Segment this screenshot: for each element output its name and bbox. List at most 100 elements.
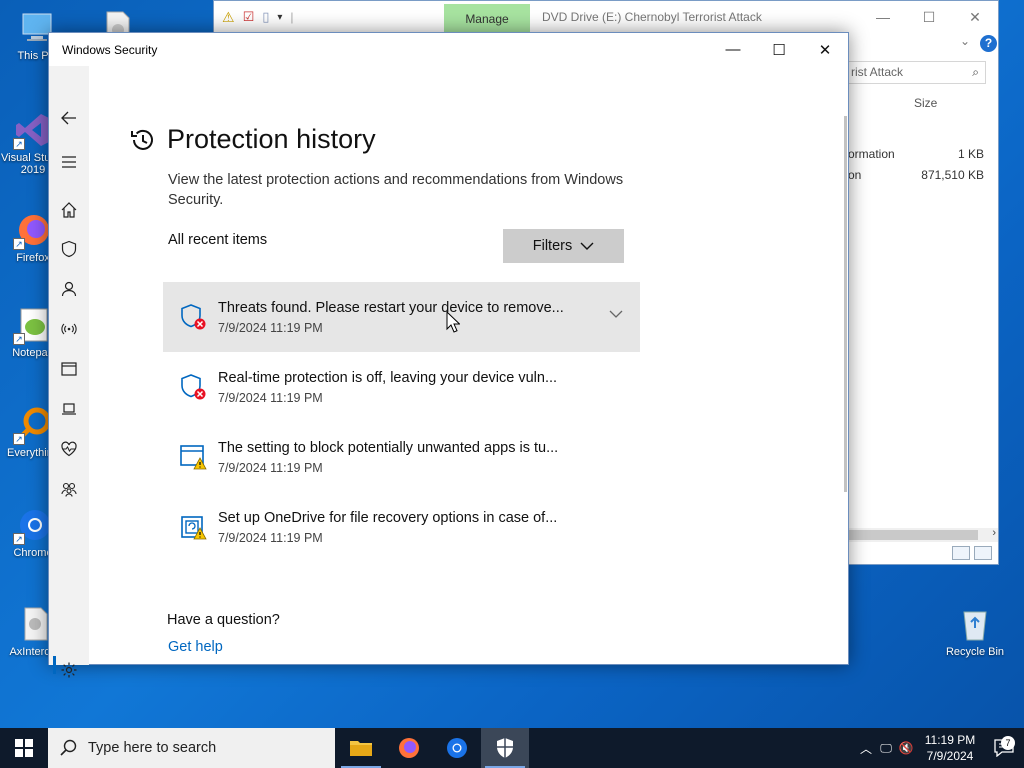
get-help-link[interactable]: Get help (168, 639, 223, 655)
page-title: Protection history (167, 124, 376, 154)
search-placeholder: Type here to search (88, 740, 217, 756)
scrollbar-thumb[interactable] (848, 530, 978, 540)
history-item-date: 7/9/2024 11:19 PM (218, 391, 323, 405)
minimize-button[interactable]: — (710, 41, 756, 58)
clock[interactable]: 11:19 PM 7/9/2024 (916, 732, 984, 764)
close-button[interactable]: ✕ (802, 41, 848, 59)
shield-icon (61, 240, 77, 258)
ribbon-expand-icon[interactable]: ⌄ (960, 34, 970, 48)
system-tray: ︿ 🖵 🔇 11:19 PM 7/9/2024 7 (856, 728, 1024, 768)
toolbar-divider: | (290, 10, 294, 24)
large-icons-view-icon[interactable] (974, 546, 992, 560)
explorer-minimize-button[interactable]: — (860, 9, 906, 26)
chevron-down-icon[interactable] (608, 306, 624, 322)
chrome-icon (447, 738, 467, 758)
history-item[interactable]: Threats found. Please restart your devic… (163, 282, 640, 352)
taskbar-chrome[interactable] (433, 728, 481, 768)
taskbar-windows-security[interactable] (481, 728, 529, 768)
mouse-cursor-icon (446, 311, 460, 333)
nav-device-performance[interactable] (57, 437, 81, 461)
recycle-bin-icon (955, 604, 995, 644)
nav-home[interactable] (57, 198, 81, 222)
gear-icon (61, 662, 77, 678)
size-column-header[interactable]: Size (914, 96, 937, 110)
customize-toolbar-icon[interactable]: ▾ (277, 12, 282, 23)
file-row[interactable]: ormation 1 KB (848, 147, 984, 161)
security-titlebar[interactable]: Windows Security — ☐ ✕ (49, 33, 848, 66)
page-header: Protection history (129, 124, 376, 155)
history-item-date: 7/9/2024 11:19 PM (218, 531, 323, 545)
nav-firewall[interactable] (57, 317, 81, 341)
explorer-search-box[interactable]: rist Attack ⌕ (848, 61, 986, 84)
file-size: 871,510 KB (921, 168, 984, 182)
chevron-up-icon[interactable]: ︿ (856, 740, 876, 757)
file-size: 1 KB (957, 147, 984, 161)
history-item[interactable]: The setting to block potentially unwante… (163, 422, 640, 492)
history-item-title: The setting to block potentially unwante… (218, 440, 559, 456)
everything-search-icon: ↗ (13, 405, 53, 445)
action-center-button[interactable]: 7 (984, 736, 1024, 757)
network-icon[interactable]: 🖵 (876, 741, 896, 756)
scroll-right-icon[interactable]: › (992, 527, 996, 539)
explorer-close-button[interactable]: ✕ (952, 9, 998, 26)
home-icon (61, 202, 77, 218)
firefox-icon: ↗ (13, 210, 53, 250)
chevron-down-icon (580, 242, 594, 250)
new-folder-icon[interactable]: ▯ (262, 9, 269, 25)
notepad-plus-icon: ↗ (13, 305, 53, 345)
vertical-scrollbar[interactable] (844, 116, 847, 492)
taskbar-file-explorer[interactable] (337, 728, 385, 768)
page-description: View the latest protection actions and r… (168, 172, 624, 208)
nav-virus-protection[interactable] (57, 237, 81, 261)
search-icon: ⌕ (972, 65, 979, 79)
filters-button[interactable]: Filters (503, 229, 624, 263)
app-browser-warning-icon (180, 445, 207, 470)
back-arrow-icon (61, 111, 76, 125)
all-recent-items-label: All recent items (168, 232, 268, 248)
nav-device-security[interactable] (57, 397, 81, 421)
desktop-icon-recycle-bin[interactable]: Recycle Bin (940, 604, 1010, 658)
history-item[interactable]: Real-time protection is off, leaving you… (163, 352, 640, 422)
question-heading: Have a question? (167, 612, 280, 628)
history-item-date: 7/9/2024 11:19 PM (218, 321, 323, 335)
nav-family-options[interactable] (57, 477, 81, 501)
file-name: ormation (848, 147, 895, 161)
menu-button[interactable] (57, 150, 81, 174)
person-icon (61, 281, 77, 297)
history-item-date: 7/9/2024 11:19 PM (218, 461, 323, 475)
horizontal-scrollbar[interactable]: › (848, 527, 998, 542)
help-icon[interactable]: ? (980, 35, 997, 52)
history-item[interactable]: Set up OneDrive for file recovery option… (163, 492, 640, 562)
windows-security-window[interactable]: Windows Security — ☐ ✕ Protection histor… (48, 32, 849, 678)
nav-app-browser-control[interactable] (57, 357, 81, 381)
shortcut-arrow-icon: ↗ (13, 238, 25, 250)
start-button[interactable] (0, 728, 48, 768)
volume-muted-icon[interactable]: 🔇 (896, 741, 916, 755)
history-clock-icon (131, 129, 153, 150)
explorer-title: DVD Drive (E:) Chernobyl Terrorist Attac… (542, 10, 762, 24)
search-icon (60, 739, 77, 756)
window-title: Windows Security (62, 42, 158, 57)
file-row[interactable]: on 871,510 KB (848, 168, 984, 182)
desktop-icon-label: Recycle Bin (945, 646, 1005, 658)
protection-history-page: Protection history View the latest prote… (89, 66, 848, 664)
shield-error-icon (181, 374, 206, 400)
nav-settings[interactable] (57, 658, 81, 682)
explorer-titlebar[interactable]: ⚠ ☑ ▯ ▾ | Manage DVD Drive (E:) Chernoby… (214, 1, 998, 33)
taskbar-search-box[interactable]: Type here to search (48, 728, 335, 768)
manage-tab[interactable]: Manage (444, 4, 530, 32)
maximize-button[interactable]: ☐ (756, 41, 802, 59)
warning-icon[interactable]: ⚠ (222, 9, 235, 26)
nav-account-protection[interactable] (57, 277, 81, 301)
properties-icon[interactable]: ☑ (243, 9, 255, 25)
back-button[interactable] (57, 106, 81, 130)
family-icon (61, 482, 77, 497)
explorer-maximize-button[interactable]: ☐ (906, 9, 952, 26)
taskbar-firefox[interactable] (385, 728, 433, 768)
details-view-icon[interactable] (952, 546, 970, 560)
hamburger-icon (62, 156, 76, 168)
clock-date: 7/9/2024 (926, 749, 974, 763)
history-item-title: Threats found. Please restart your devic… (218, 300, 564, 316)
browser-window-icon (61, 362, 77, 376)
shortcut-arrow-icon: ↗ (13, 533, 25, 545)
